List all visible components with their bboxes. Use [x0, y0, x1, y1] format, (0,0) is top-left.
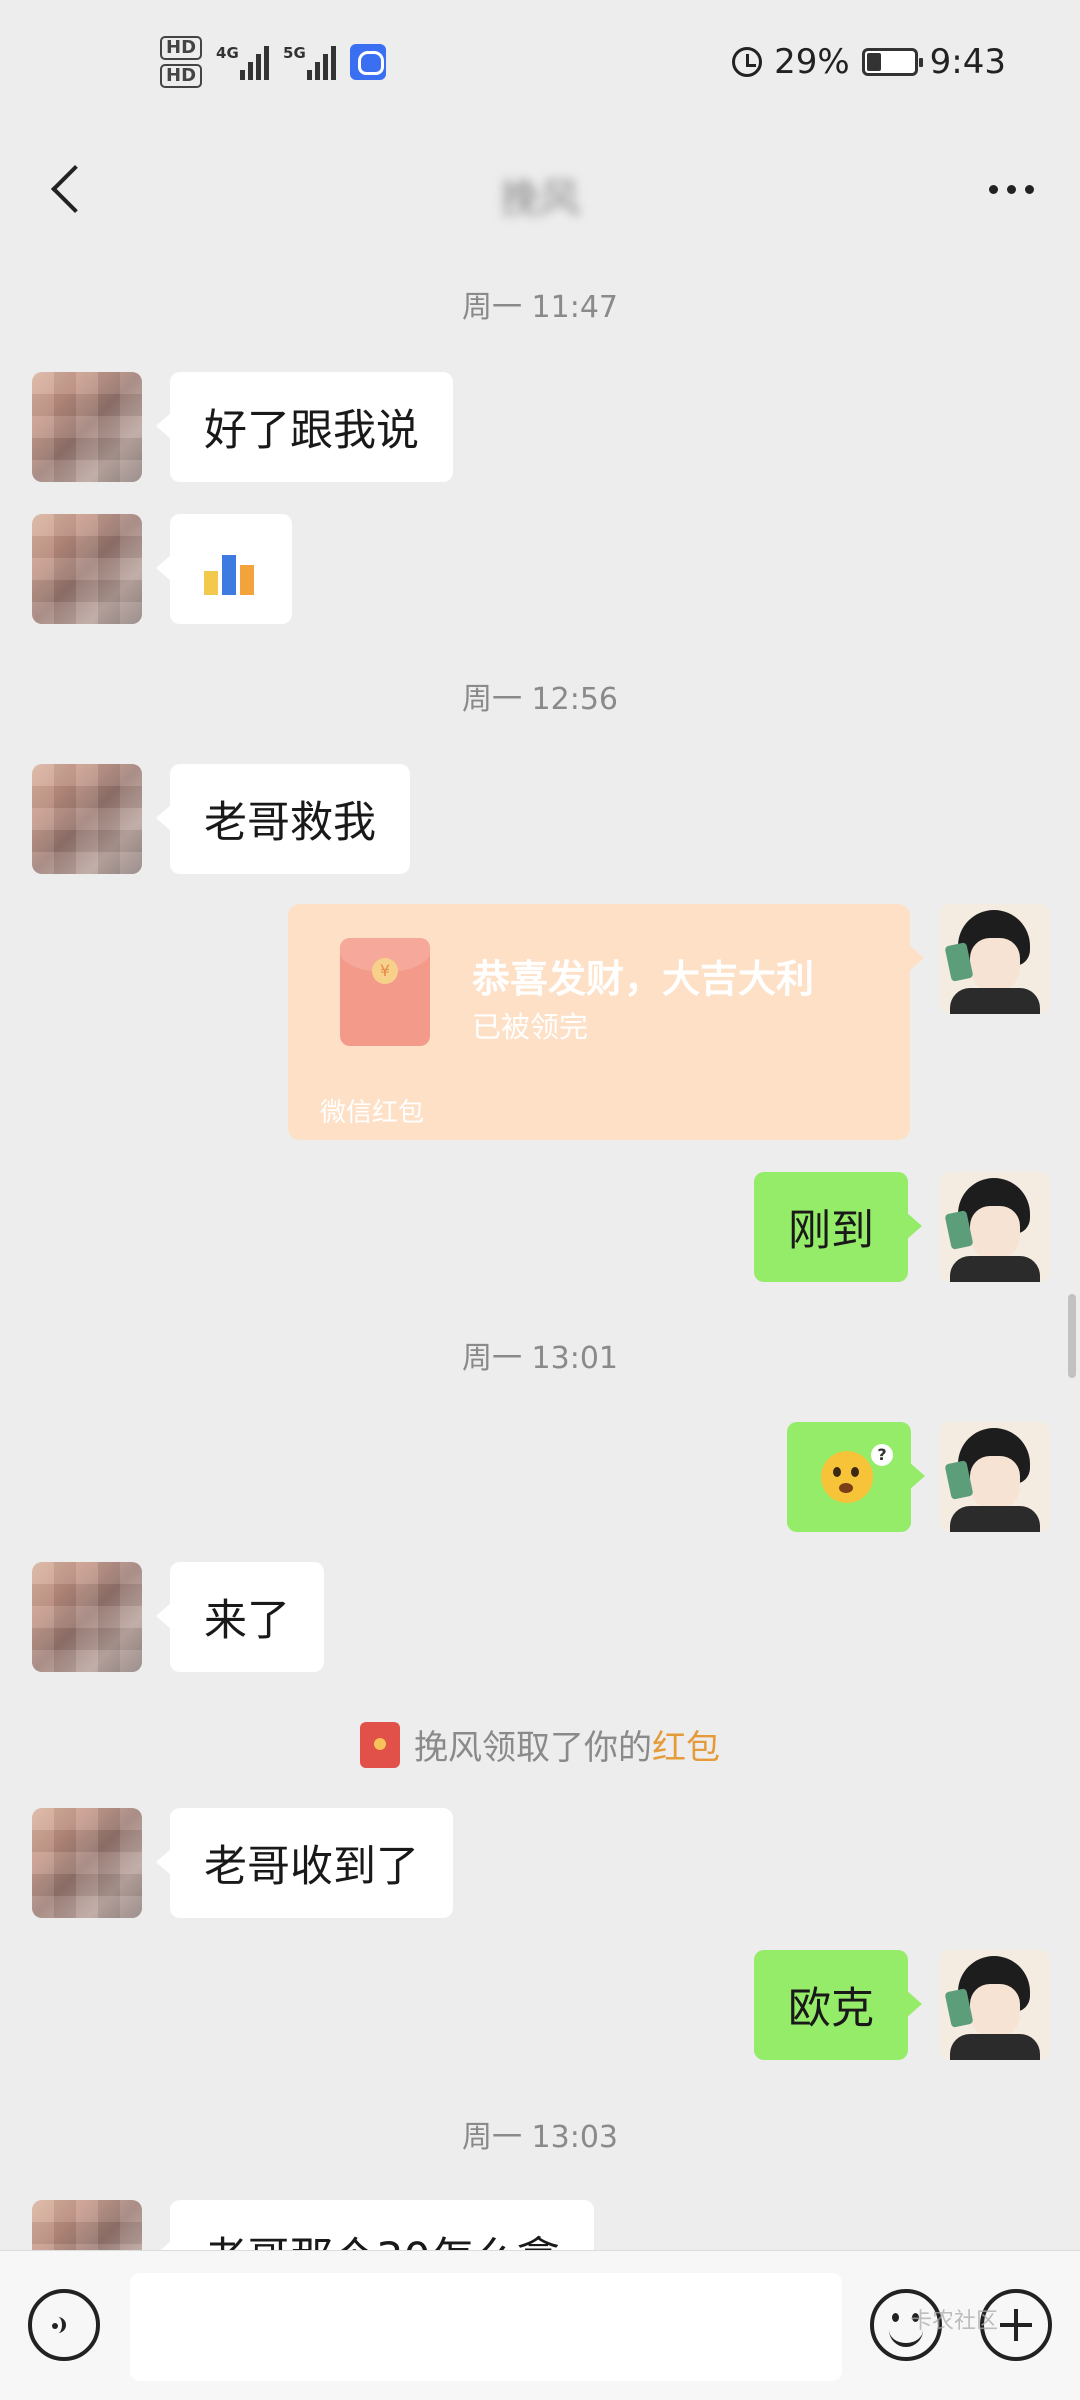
my-avatar[interactable]	[940, 1950, 1050, 2060]
status-left: HD HD 4G 5G	[160, 36, 387, 88]
message-bubble[interactable]: 老哥救我	[156, 764, 410, 874]
message-text: 欧克	[788, 1984, 874, 2034]
my-avatar[interactable]	[940, 1172, 1050, 1282]
contact-avatar[interactable]	[32, 1562, 142, 1672]
message-text: 来了	[204, 1596, 290, 1646]
timestamp: 周一 11:47	[462, 290, 618, 325]
sticker-bubble[interactable]	[156, 514, 292, 624]
hd2-label: HD	[160, 64, 203, 88]
timestamp: 周一 12:56	[462, 682, 618, 717]
my-avatar[interactable]	[940, 904, 1050, 1014]
clock: 9:43	[929, 42, 1006, 82]
message-bubble[interactable]: 刚到	[754, 1172, 922, 1282]
more-icon[interactable]	[976, 164, 1046, 214]
red-packet-status: 已被领完	[472, 1010, 589, 1044]
message-text: 刚到	[788, 1206, 874, 1256]
notice-text: 挽风领取了你的	[414, 1728, 652, 1768]
signal-5g-icon: 5G	[283, 44, 337, 80]
contact-avatar[interactable]	[32, 1808, 142, 1918]
signal-4g-icon: 4G	[216, 44, 270, 80]
back-icon[interactable]	[38, 158, 98, 218]
my-avatar[interactable]	[940, 1422, 1050, 1532]
hd1-label: HD	[160, 36, 203, 60]
message-bubble[interactable]: 欧克	[754, 1950, 922, 2060]
question-mark: ?	[871, 1444, 893, 1466]
hd-indicator: HD HD	[160, 36, 203, 88]
chart-emoji-icon	[200, 539, 264, 595]
message-bubble[interactable]: 好了跟我说	[156, 372, 453, 482]
message-input[interactable]	[130, 2273, 842, 2381]
alarm-icon	[732, 47, 763, 77]
contact-avatar[interactable]	[32, 514, 142, 624]
message-bubble[interactable]: 来了	[156, 1562, 324, 1672]
sticker-bubble[interactable]: ?	[787, 1422, 925, 1532]
surprised-emoji-icon	[821, 1451, 873, 1503]
timestamp: 周一 13:01	[462, 1341, 618, 1376]
red-packet-icon: ¥	[340, 938, 430, 1046]
chat-title: 挽风	[500, 176, 580, 222]
battery-icon	[861, 48, 923, 76]
watermark: 卡农社区	[910, 2309, 999, 2334]
timestamp: 周一 13:03	[462, 2120, 618, 2155]
voice-icon[interactable]	[28, 2289, 100, 2361]
chat-header: 挽风	[0, 140, 1080, 240]
red-packet-icon	[360, 1721, 400, 1768]
coin-icon: ¥	[372, 958, 398, 984]
red-packet-footer: 微信红包	[320, 1098, 425, 1128]
input-bar: 卡农社区	[0, 2250, 1080, 2400]
battery-percent: 29%	[774, 42, 850, 82]
contact-avatar[interactable]	[32, 764, 142, 874]
system-notice: 挽风领取了你的 红包	[0, 1720, 1080, 1769]
message-text: 好了跟我说	[204, 406, 419, 456]
net2-label: 5G	[283, 44, 306, 62]
message-text: 老哥救我	[204, 798, 376, 848]
qq-notification-icon	[350, 44, 387, 80]
status-right: 29% 9:43	[732, 42, 1006, 82]
red-packet-title: 恭喜发财，大吉大利	[472, 957, 815, 1001]
contact-avatar[interactable]	[32, 372, 142, 482]
net1-label: 4G	[216, 44, 239, 62]
red-packet-card[interactable]: ¥ 恭喜发财，大吉大利 已被领完 微信红包	[288, 904, 924, 1140]
status-bar: HD HD 4G 5G 29% 9:43	[0, 0, 1080, 140]
message-text: 老哥收到了	[204, 1842, 419, 1892]
message-bubble[interactable]: 老哥收到了	[156, 1808, 453, 1918]
notice-red-packet-link[interactable]: 红包	[652, 1720, 720, 1769]
